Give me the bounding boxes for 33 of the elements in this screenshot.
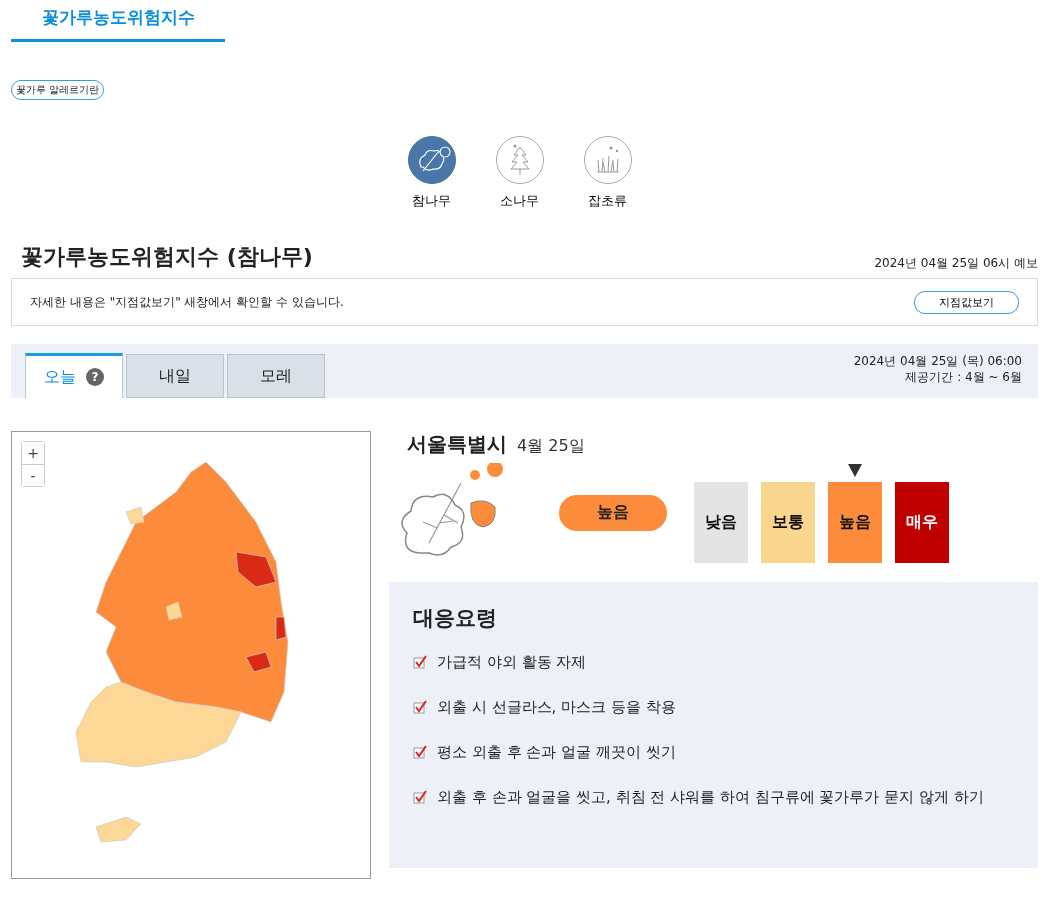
forecast-date: 4월 25일 (517, 436, 585, 457)
issued-time: 2024년 04월 25일 (목) 06:00 (853, 353, 1022, 369)
level-legend-tile: 보통 (761, 482, 815, 563)
level-legend-tile: 낮음 (694, 482, 748, 563)
species-tab[interactable]: 잡초류 (583, 136, 632, 210)
guidance-item: 외출 후 손과 얼굴을 씻고, 취침 전 샤워를 하여 침구류에 꽃가루가 묻지 않게 하기 (437, 787, 984, 808)
service-period: 제공기간 : 4월 ~ 6월 (904, 369, 1022, 385)
page-tab[interactable]: 꽃가루농도위험지수 (11, 0, 225, 42)
day-tab[interactable]: 오늘 ? (25, 353, 123, 398)
forecast-time: 2024년 04월 25일 06시 예보 (874, 255, 1038, 272)
region-name: 서울특별시 (407, 431, 507, 458)
day-tab[interactable]: 내일 (126, 354, 224, 398)
current-level-badge: 높음 (559, 494, 667, 531)
checkbox-tick-icon (413, 790, 427, 804)
checkbox-tick-icon (413, 700, 427, 714)
level-legend-tile: 높음 (828, 482, 882, 563)
notice-text: 자세한 내용은 "지점값보기" 새창에서 확인할 수 있습니다. (30, 293, 344, 311)
level-legend-tile: 매우 (895, 482, 949, 563)
station-values-button[interactable]: 지점값보기 (914, 290, 1019, 314)
guidance-item: 평소 외출 후 손과 얼굴 깨끗이 씻기 (437, 742, 676, 763)
species-tab[interactable]: 소나무 (495, 136, 544, 210)
guidance-item: 가급적 야외 활동 자제 (437, 652, 587, 673)
checkbox-tick-icon (413, 745, 427, 759)
page-heading: 꽃가루농도위험지수 (참나무) (21, 243, 313, 271)
day-tab[interactable]: 모레 (227, 354, 325, 398)
allergy-link-chip[interactable]: 꽃가루 알레르기란 (11, 80, 105, 100)
guidance-item: 외출 시 선글라스, 마스크 등을 착용 (437, 697, 676, 718)
species-tab[interactable]: 참나무 (407, 136, 456, 210)
guidance-title: 대응요령 (413, 605, 498, 632)
checkbox-tick-icon (413, 655, 427, 669)
oak-icon (407, 136, 456, 184)
zoom-out-button[interactable]: - (22, 464, 44, 486)
help-icon[interactable]: ? (86, 368, 104, 386)
